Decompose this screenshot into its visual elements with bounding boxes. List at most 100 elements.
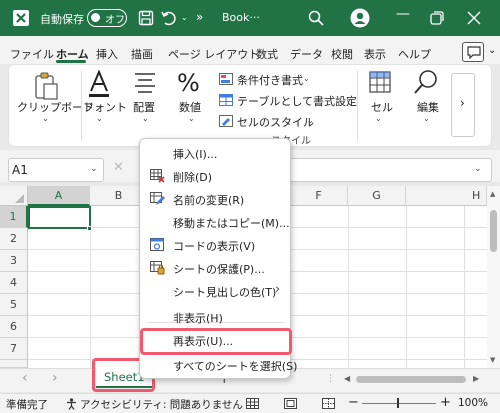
number-label[interactable]: 数値 — [179, 99, 201, 115]
restore-icon[interactable] — [430, 11, 444, 25]
alignment-label[interactable]: 配置 — [133, 99, 155, 115]
account-avatar-icon[interactable] — [350, 8, 370, 28]
column-header-A[interactable]: A — [28, 186, 90, 206]
conditional-format-icon — [219, 73, 233, 85]
cell-style-button[interactable]: セルのスタイル — [237, 114, 314, 130]
page-layout-view-icon[interactable] — [284, 398, 297, 409]
menu-item-protect-sheet[interactable]: シートの保護(P)... — [141, 256, 291, 280]
undo-dropdown-icon[interactable]: ⌄ — [181, 13, 188, 22]
editing-label[interactable]: 編集 — [417, 99, 439, 115]
comment-icon — [467, 46, 481, 59]
autosave-toggle[interactable]: オフ — [87, 9, 127, 27]
column-header-H[interactable]: H — [406, 186, 487, 206]
qat-overflow-icon[interactable]: » — [196, 10, 203, 24]
tab-review[interactable]: 校閲 — [331, 46, 353, 62]
tab-view[interactable]: 表示 — [364, 46, 386, 62]
scroll-up-icon[interactable]: ▲ — [490, 190, 495, 198]
ribbon-collapse-icon[interactable]: ⌄ — [488, 45, 496, 56]
clipboard-dropdown-icon[interactable]: ⌄ — [42, 114, 49, 123]
row-header-1[interactable]: 1 — [0, 206, 28, 228]
tab-draw[interactable]: 描画 — [131, 46, 153, 62]
clipboard-icon[interactable] — [33, 71, 59, 101]
minimize-icon[interactable]: — — [396, 6, 410, 22]
active-cell-A1[interactable] — [28, 206, 91, 229]
row-header-6[interactable]: 6 — [0, 316, 28, 338]
view-code-icon — [150, 238, 164, 251]
expand-formula-icon[interactable]: ⌄ — [474, 164, 482, 174]
cells-dropdown-icon[interactable]: ⌄ — [375, 114, 382, 123]
find-icon[interactable] — [413, 69, 439, 97]
zoom-in-icon[interactable]: + — [440, 395, 451, 410]
sheet-scroll-left-icon[interactable]: ‹ — [22, 370, 28, 386]
column-header-F[interactable]: F — [290, 186, 348, 206]
row-header-3[interactable]: 3 — [0, 250, 28, 272]
font-label[interactable]: フォント — [83, 99, 127, 115]
hscroll-left-icon[interactable]: ◀ — [344, 374, 350, 383]
page-break-view-icon[interactable] — [322, 398, 335, 409]
tab-help[interactable]: ヘルプ — [398, 46, 431, 62]
zoom-slider-track[interactable] — [362, 403, 436, 404]
search-icon[interactable] — [307, 9, 325, 27]
menu-item-rename[interactable]: 名前の変更(R) — [141, 187, 291, 211]
tab-data[interactable]: データ — [290, 46, 323, 62]
undo-icon[interactable] — [160, 9, 178, 27]
hscroll-right-icon[interactable]: ▶ — [473, 374, 479, 383]
menu-item-tab-color[interactable]: シート見出しの色(T) › — [141, 279, 291, 303]
menu-item-insert[interactable]: 挿入(I)... — [141, 141, 291, 165]
tab-insert[interactable]: 挿入 — [96, 46, 118, 62]
row-header-8[interactable] — [0, 360, 28, 368]
tab-formulas[interactable]: 数式 — [256, 46, 278, 62]
accessibility-status[interactable]: アクセシビリティ: 問題ありません — [80, 397, 243, 412]
number-dropdown-icon[interactable]: ⌄ — [188, 114, 195, 123]
scroll-down-icon[interactable]: ▼ — [490, 356, 495, 364]
cell-style-dropdown-icon[interactable]: ⌄ — [307, 116, 314, 125]
row-header-7[interactable]: 7 — [0, 338, 28, 360]
zoom-level[interactable]: 100% — [458, 397, 488, 409]
cells-icon[interactable] — [369, 71, 391, 93]
font-dropdown-icon[interactable]: ⌄ — [96, 114, 103, 123]
cells-label[interactable]: セル — [371, 99, 393, 115]
row-header-5[interactable]: 5 — [0, 294, 28, 316]
fill-handle[interactable] — [87, 226, 92, 231]
zoom-out-icon[interactable]: − — [348, 395, 359, 410]
normal-view-icon[interactable] — [246, 398, 259, 409]
row-header-4[interactable]: 4 — [0, 272, 28, 294]
tab-split-icon[interactable]: ⋮ — [326, 374, 335, 384]
cancel-entry-icon[interactable]: ✕ — [113, 160, 124, 175]
menu-item-move-copy[interactable]: 移動またはコピー(M)... — [141, 210, 291, 234]
accessibility-icon[interactable] — [66, 398, 77, 410]
rename-icon — [150, 192, 165, 205]
menu-item-hide[interactable]: 非表示(H) — [141, 305, 291, 329]
name-box-dropdown-icon[interactable]: ⌄ — [90, 164, 98, 174]
tab-page-layout[interactable]: ページ レイアウト — [168, 46, 259, 62]
ribbon-home: クリップボード ⌄ フォント ⌄ 配置 ⌄ % 数値 ⌄ 条件付き書式 ⌄ テー… — [8, 64, 492, 147]
toggle-text: オフ — [105, 15, 125, 26]
column-header-G[interactable]: G — [348, 186, 406, 206]
comment-button[interactable] — [462, 42, 484, 62]
zoom-slider-thumb[interactable] — [397, 398, 399, 408]
percent-icon[interactable]: % — [177, 69, 200, 97]
alignment-icon[interactable] — [133, 71, 157, 95]
editing-dropdown-icon[interactable]: ⌄ — [423, 114, 430, 123]
font-icon[interactable] — [87, 69, 111, 99]
alignment-dropdown-icon[interactable]: ⌄ — [142, 114, 149, 123]
select-all-corner[interactable] — [0, 186, 28, 206]
menu-item-view-code[interactable]: コードの表示(V) — [141, 233, 291, 257]
menu-item-select-all-sheets[interactable]: すべてのシートを選択(S) — [141, 353, 297, 377]
table-format-dropdown-icon[interactable]: ⌄ — [345, 95, 352, 104]
menu-item-label: 非表示(H) — [173, 312, 223, 325]
tab-file[interactable]: ファイル — [10, 46, 54, 62]
row-header-2[interactable]: 2 — [0, 228, 28, 250]
close-icon[interactable] — [467, 11, 481, 25]
table-format-button[interactable]: テーブルとして書式設定 — [237, 93, 357, 109]
menu-item-label: コードの表示(V) — [173, 240, 256, 253]
ribbon-scroll-right-button[interactable]: › — [451, 73, 475, 137]
conditional-format-dropdown-icon[interactable]: ⌄ — [303, 74, 310, 83]
menu-item-delete[interactable]: 削除(D) — [141, 164, 291, 188]
save-icon[interactable] — [137, 9, 155, 27]
menu-item-label: 名前の変更(R) — [173, 194, 245, 207]
sheet-scroll-right-icon[interactable]: › — [52, 370, 58, 386]
horizontal-scroll-thumb[interactable] — [356, 376, 466, 383]
vertical-scroll-thumb[interactable] — [490, 210, 497, 252]
conditional-format-button[interactable]: 条件付き書式 — [237, 72, 303, 88]
